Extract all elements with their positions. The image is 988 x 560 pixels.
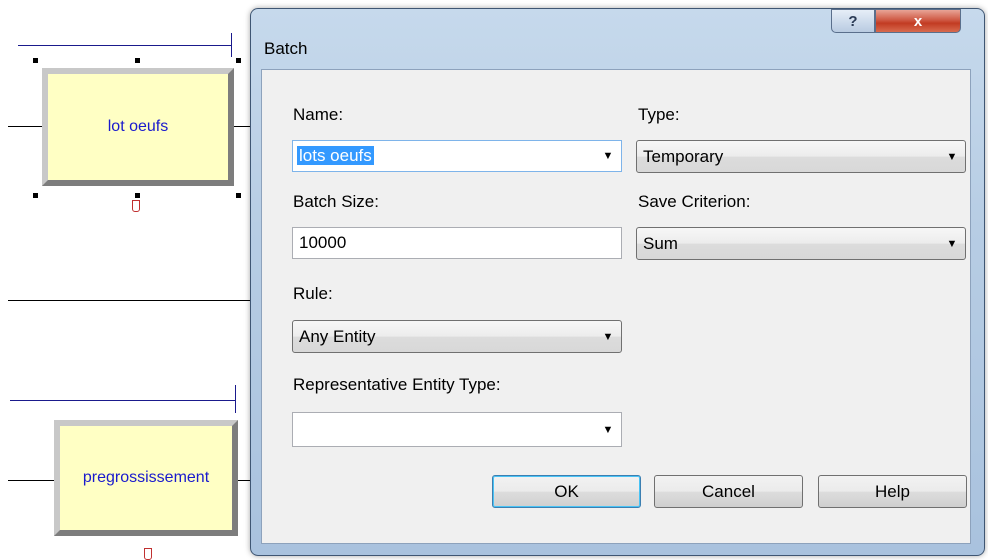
question-mark-icon[interactable]: ? [831,9,875,33]
triangle-down-icon[interactable]: ▼ [939,141,965,172]
cancel-button[interactable]: Cancel [654,475,803,508]
connector-line [10,400,236,401]
type-value: Temporary [643,146,724,166]
rule-select[interactable]: Any Entity ▼ [292,320,622,353]
triangle-down-icon[interactable]: ▼ [595,141,621,171]
connector-line [8,300,253,301]
selection-handle[interactable] [236,58,241,63]
connector-end-tick [231,33,232,57]
rule-label: Rule: [293,284,333,303]
triangle-down-icon[interactable]: ▼ [595,321,621,352]
batch-size-input[interactable]: 10000 [292,227,622,259]
exit-connector [234,126,250,127]
module-label: pregrossissement [82,469,210,486]
triangle-down-icon[interactable]: ▼ [939,228,965,259]
selection-handle[interactable] [135,58,140,63]
batch-size-label: Batch Size: [293,192,379,211]
batch-dialog: Batch ? x Name: lots oeufs ▼ Type: Tempo… [250,8,985,556]
name-combobox[interactable]: lots oeufs ▼ [292,140,622,172]
process-module-pregrossissement[interactable]: pregrossissement [54,420,238,536]
output-port[interactable] [132,200,140,212]
rep-entity-type-combobox[interactable]: ▼ [292,412,622,447]
save-criterion-value: Sum [643,233,678,253]
save-criterion-label: Save Criterion: [638,192,751,211]
entry-connector [8,480,58,481]
batch-size-value: 10000 [299,233,347,252]
batch-module-lot-oeufs[interactable]: lot oeufs [42,68,234,186]
selection-handle[interactable] [33,193,38,198]
output-port[interactable] [144,548,152,560]
help-button[interactable]: Help [818,475,967,508]
ok-button[interactable]: OK [492,475,641,508]
save-criterion-select[interactable]: Sum ▼ [636,227,966,260]
module-label: lot oeufs [107,118,169,135]
name-value: lots oeufs [297,146,374,165]
selection-handle[interactable] [236,193,241,198]
selection-handle[interactable] [33,58,38,63]
type-label: Type: [638,105,680,124]
triangle-down-icon[interactable]: ▼ [595,413,621,446]
flowchart-canvas[interactable]: lot oeufs pregrossissement [0,0,260,560]
close-icon[interactable]: x [875,9,961,33]
dialog-body: Name: lots oeufs ▼ Type: Temporary ▼ Bat… [261,69,971,544]
type-select[interactable]: Temporary ▼ [636,140,966,173]
name-label: Name: [293,105,344,124]
selection-handle[interactable] [135,193,140,198]
entry-connector [8,126,42,127]
connector-line [18,45,232,46]
dialog-title: Batch [264,39,308,58]
rep-entity-type-label: Representative Entity Type: [293,375,501,394]
connector-end-tick [235,385,236,413]
rule-value: Any Entity [299,326,376,346]
